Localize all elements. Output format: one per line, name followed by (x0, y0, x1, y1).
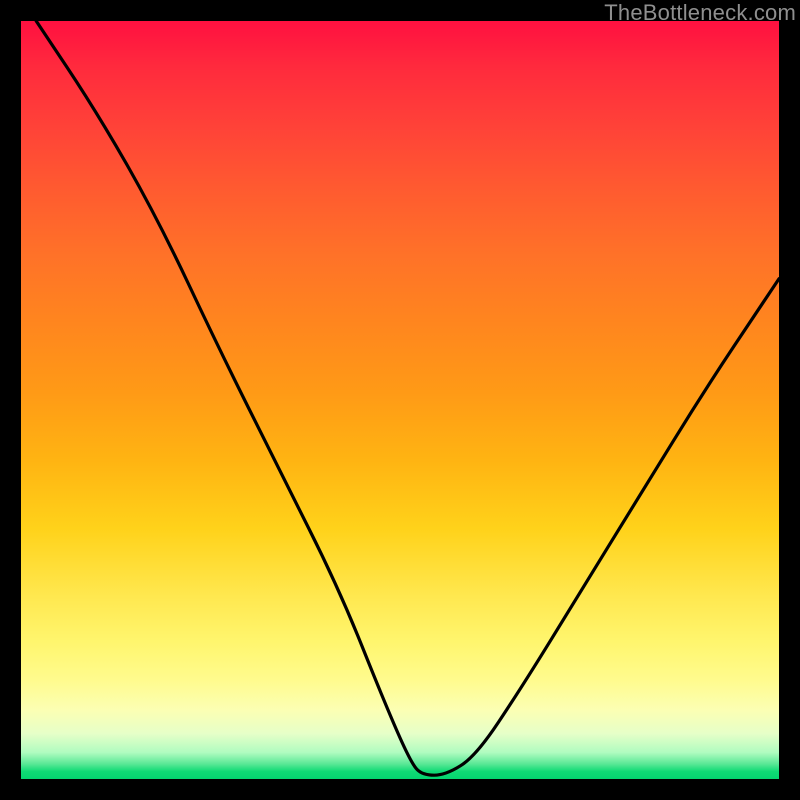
plot-area (21, 21, 779, 779)
watermark-text: TheBottleneck.com (604, 0, 796, 26)
bottleneck-curve (21, 21, 779, 779)
